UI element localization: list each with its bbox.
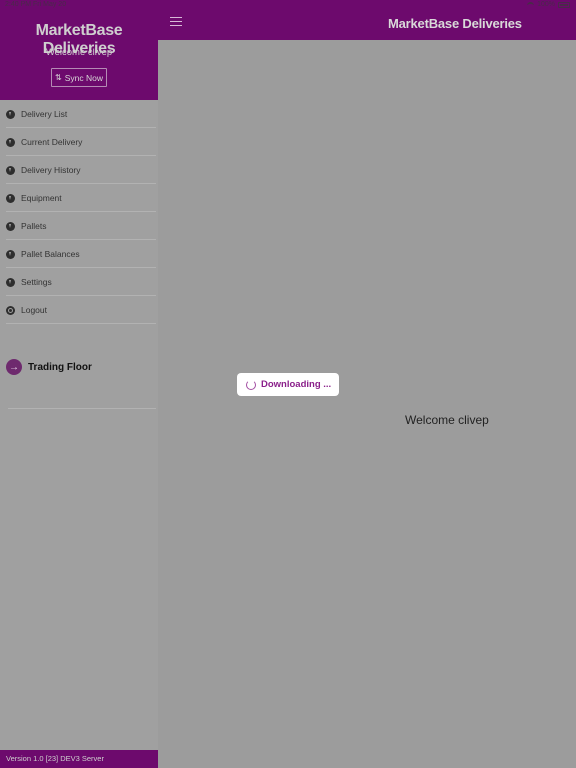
menu-item-delivery-list[interactable]: Delivery List [0,100,158,128]
trading-floor-label: Trading Floor [28,362,92,373]
menu-item-label: Delivery History [21,165,81,175]
download-icon [6,277,15,287]
divider [8,408,156,409]
status-time-date: 2:40 PM Fri May 20 [5,1,66,8]
menu-item-label: Logout [21,305,47,315]
side-menu: MarketBase Deliveries Welcome clivep ⇅ S… [0,0,158,768]
side-menu-header: MarketBase Deliveries Welcome clivep ⇅ S… [0,0,158,100]
loading-text: Downloading ... [261,379,332,390]
menu-item-label: Settings [21,277,52,287]
menu-item-logout[interactable]: Logout [0,296,158,324]
battery-icon [558,1,570,8]
menu-item-label: Current Delivery [21,137,83,147]
arrow-right-icon: → [6,359,22,375]
download-icon [6,137,15,147]
download-icon [6,165,15,175]
menu-item-delivery-history[interactable]: Delivery History [0,156,158,184]
download-icon [6,221,15,231]
loading-toast: Downloading ... [237,373,339,396]
main-welcome-text: Welcome clivep [405,413,489,427]
menu-item-label: Pallets [21,221,47,231]
menu-item-pallets[interactable]: Pallets [0,212,158,240]
status-date: Fri May 20 [33,1,67,8]
sync-now-button[interactable]: ⇅ Sync Now [51,68,107,87]
menu-item-settings[interactable]: Settings [0,268,158,296]
app-title: MarketBase Deliveries [388,16,522,31]
menu-item-label: Delivery List [21,109,68,119]
side-welcome-text: Welcome clivep [45,47,113,58]
download-icon [6,193,15,203]
power-icon [6,305,15,315]
menu-item-label: Pallet Balances [21,249,80,259]
wifi-icon [527,2,535,7]
download-icon [6,109,15,119]
trading-floor-link[interactable]: → Trading Floor [0,357,158,409]
battery-percent: 100% [537,1,555,8]
menu-item-equipment[interactable]: Equipment [0,184,158,212]
status-bar: 2:40 PM Fri May 20 100% [0,0,576,10]
menu-item-label: Equipment [21,193,62,203]
spinner-icon [246,379,256,390]
download-icon [6,249,15,259]
status-time: 2:40 PM [5,1,32,8]
status-indicators: 100% [527,1,570,8]
menu-list: Delivery List Current Delivery Delivery … [0,100,158,324]
version-text: Version 1.0 [23] DEV3 Server [6,754,104,763]
version-bar: Version 1.0 [23] DEV3 Server [0,750,158,768]
menu-item-current-delivery[interactable]: Current Delivery [0,128,158,156]
sync-now-label: Sync Now [64,72,103,83]
main-content: Welcome clivep [158,40,576,768]
sync-arrows-icon: ⇅ [55,73,62,82]
hamburger-icon[interactable] [170,17,182,26]
menu-item-pallet-balances[interactable]: Pallet Balances [0,240,158,268]
